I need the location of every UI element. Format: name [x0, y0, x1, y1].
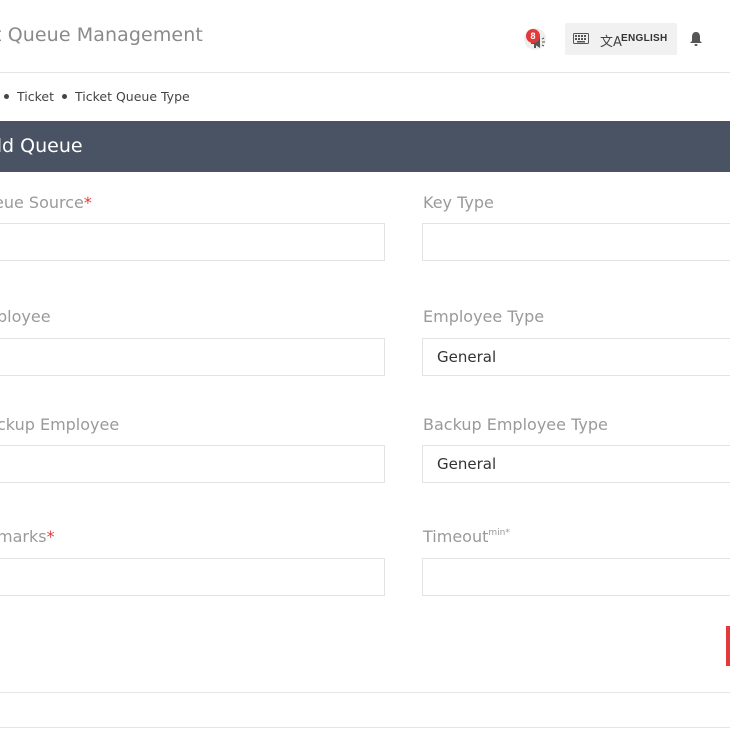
required-marker: *: [46, 527, 55, 546]
backup-employee-type-label: Backup Employee Type: [423, 415, 608, 434]
bell-icon[interactable]: [689, 31, 703, 47]
breadcrumb-dot: [61, 94, 67, 99]
timeout-input[interactable]: [422, 558, 730, 596]
translate-icon: 文A: [600, 35, 622, 50]
queue-source-input[interactable]: [0, 223, 385, 261]
app-title: t Queue Management: [0, 24, 203, 46]
top-bar: t Queue Management 8 文A ENGLISH: [0, 0, 730, 73]
required-marker: *: [505, 528, 510, 538]
key-type-label: Key Type: [423, 193, 494, 212]
breadcrumb-item-ticket[interactable]: Ticket: [17, 89, 54, 104]
panel-title: dd Queue: [0, 135, 83, 157]
language-selector[interactable]: 文A ENGLISH: [565, 23, 677, 55]
divider: [0, 692, 730, 693]
backup-employee-input[interactable]: [0, 445, 385, 483]
queue-source-label: eue Source*: [0, 193, 92, 212]
app-window: t Queue Management 8 文A ENGLISH Ticket T…: [0, 0, 730, 730]
employee-input[interactable]: [0, 338, 385, 376]
remarks-label: marks*: [0, 527, 55, 546]
employee-label: ployee: [0, 307, 51, 326]
backup-employee-type-select[interactable]: General: [422, 445, 730, 483]
required-marker: *: [83, 193, 92, 212]
language-label: ENGLISH: [621, 33, 668, 44]
breadcrumb-item-ticket-queue-type[interactable]: Ticket Queue Type: [75, 89, 190, 104]
timeout-label: Timeoutmin*: [423, 527, 510, 546]
timeout-unit: min: [488, 528, 506, 538]
panel-header: dd Queue: [0, 121, 730, 172]
remarks-input[interactable]: [0, 558, 385, 596]
employee-type-select[interactable]: General: [422, 338, 730, 376]
breadcrumb: Ticket Ticket Queue Type: [0, 88, 190, 104]
submit-button[interactable]: [726, 626, 730, 666]
employee-type-label: Employee Type: [423, 307, 545, 326]
backup-employee-label: ckup Employee: [0, 415, 120, 434]
keyboard-icon: [573, 33, 589, 44]
notification-badge: 8: [526, 29, 540, 43]
announcement-button[interactable]: 8: [520, 26, 552, 56]
breadcrumb-dot: [4, 94, 9, 99]
key-type-input[interactable]: [422, 223, 730, 261]
divider: [0, 727, 730, 728]
